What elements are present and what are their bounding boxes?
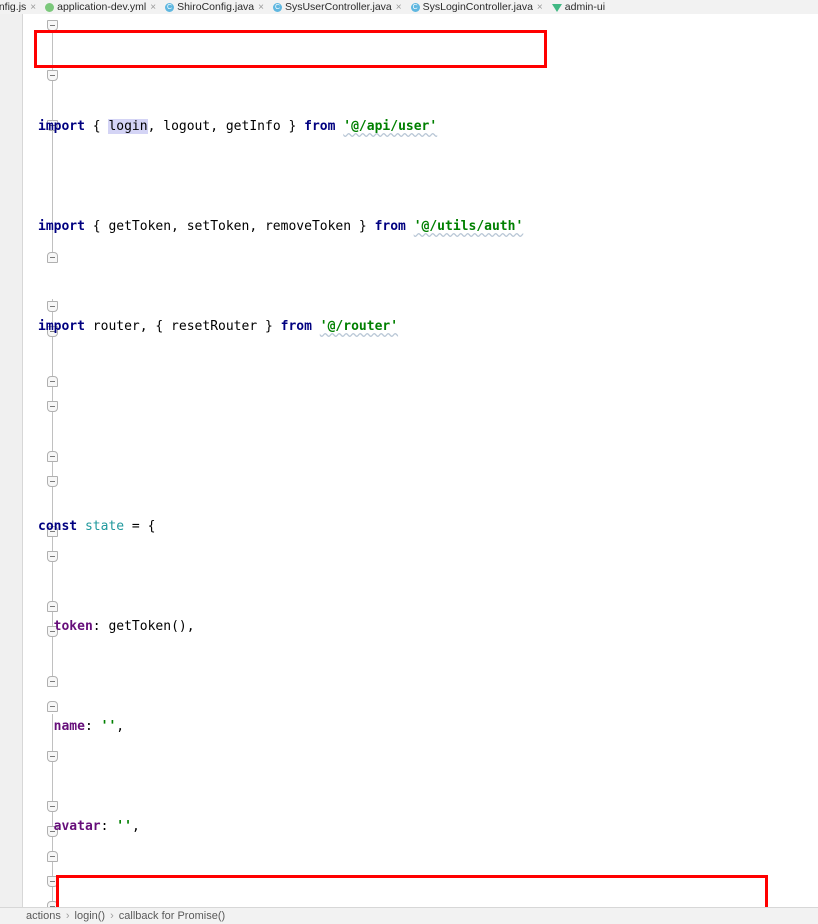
tab-shiroconfig-java[interactable]: C ShiroConfig.java × <box>162 0 270 14</box>
breadcrumb-separator: › <box>110 910 114 922</box>
close-icon[interactable]: × <box>257 2 268 13</box>
code-line[interactable]: avatar: '', <box>38 814 818 839</box>
tab-label: application-dev.yml <box>57 1 147 13</box>
editor-tab-bar[interactable]: e.config.js × application-dev.yml × C Sh… <box>0 0 818 15</box>
tab-label: SysUserController.java <box>284 1 392 13</box>
breadcrumb-item-login[interactable]: login() <box>75 910 106 922</box>
close-icon[interactable]: × <box>149 2 160 13</box>
code-line[interactable] <box>38 414 818 439</box>
tab-label: admin-ui <box>564 1 606 13</box>
close-icon[interactable]: × <box>395 2 406 13</box>
tab-label: e.config.js <box>0 1 27 13</box>
vue-file-icon <box>551 3 562 12</box>
breadcrumb-separator: › <box>65 910 70 922</box>
tab-sysusercontroller-java[interactable]: C SysUserController.java × <box>270 0 408 14</box>
tab-application-dev-yml[interactable]: application-dev.yml × <box>42 0 162 14</box>
yml-file-icon <box>45 2 55 12</box>
code-editor[interactable]: import { login, logout, getInfo } from '… <box>0 14 818 907</box>
breadcrumb-item-callback[interactable]: callback for Promise() <box>119 910 225 922</box>
code-line[interactable]: name: '', <box>38 714 818 739</box>
java-class-icon: C <box>272 2 282 12</box>
java-class-icon: C <box>410 2 420 12</box>
code-content[interactable]: import { login, logout, getInfo } from '… <box>38 14 818 907</box>
tab-admin-ui[interactable]: admin-ui <box>549 0 610 14</box>
code-line[interactable]: import { getToken, setToken, removeToken… <box>38 214 818 239</box>
code-folding-strip[interactable] <box>23 14 58 907</box>
java-class-icon: C <box>165 2 175 12</box>
tab-e-config-js[interactable]: e.config.js × <box>0 0 42 14</box>
breadcrumb-item-actions[interactable]: actions <box>26 910 61 922</box>
tab-sysloginncontroller-java[interactable]: C SysLoginController.java × <box>408 0 549 14</box>
line-number-gutter[interactable] <box>0 14 23 907</box>
code-line[interactable]: import router, { resetRouter } from '@/r… <box>38 314 818 339</box>
close-icon[interactable]: × <box>29 2 40 13</box>
tab-label: ShiroConfig.java <box>177 1 255 13</box>
code-line[interactable]: token: getToken(), <box>38 614 818 639</box>
close-icon[interactable]: × <box>536 2 547 13</box>
tab-label: SysLoginController.java <box>422 1 533 13</box>
breadcrumb[interactable]: actions › login() › callback for Promise… <box>0 907 818 924</box>
code-line[interactable]: const state = { <box>38 514 818 539</box>
code-line[interactable]: import { login, logout, getInfo } from '… <box>38 114 818 139</box>
